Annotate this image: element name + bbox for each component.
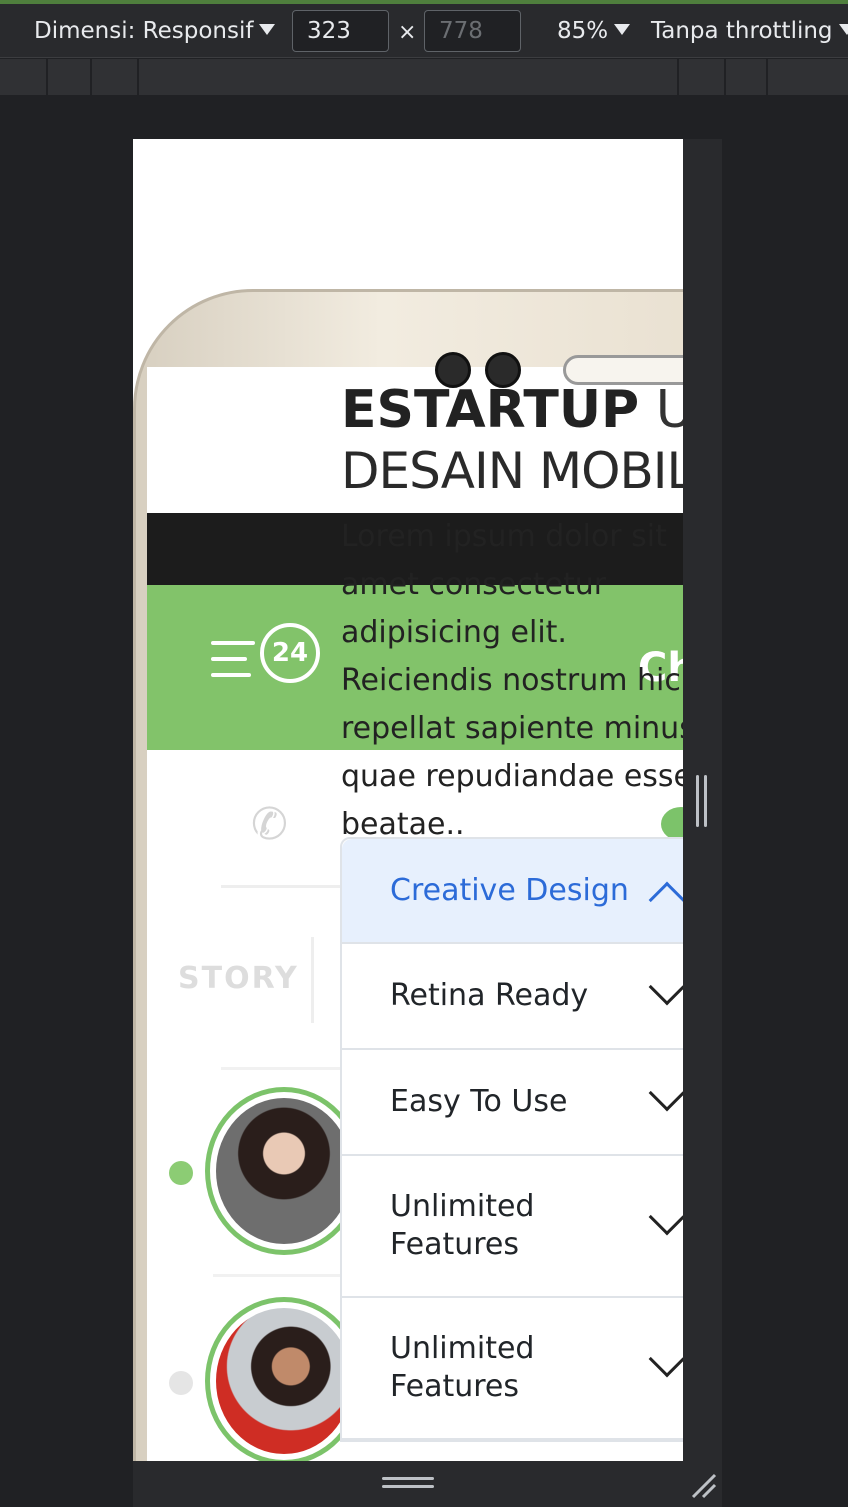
ruler-divider <box>137 59 139 95</box>
accordion-item-unlimited-features[interactable]: Unlimited Features <box>342 1298 683 1440</box>
zoom-label: 85% <box>557 18 609 44</box>
page-subtitle: DESAIN MOBIL <box>341 442 683 500</box>
accordion-label: Unlimited Features <box>390 1331 535 1404</box>
grip-line <box>382 1477 434 1480</box>
features-accordion: Creative Design Retina Ready Easy To Use… <box>340 837 683 1442</box>
grip-line <box>382 1485 434 1488</box>
caret-down-icon <box>259 24 276 35</box>
online-dot <box>169 1161 193 1185</box>
caret-down-icon <box>614 24 631 35</box>
accordion-label: Retina Ready <box>390 978 589 1013</box>
mockup-divider <box>311 937 314 1023</box>
width-input[interactable]: 323 <box>292 10 389 52</box>
accordion-label: Unlimited Features <box>390 1189 535 1262</box>
throttling-label: Tanpa throttling <box>651 18 833 44</box>
chevron-down-icon <box>648 968 683 1006</box>
offline-dot <box>169 1371 193 1395</box>
grip-line <box>696 775 699 827</box>
ruler-divider <box>677 59 679 95</box>
caret-down-icon <box>838 24 848 35</box>
dimensions-label: Dimensi: Responsif <box>34 18 254 44</box>
grip-line <box>704 775 707 827</box>
ruler-divider <box>766 59 768 95</box>
chevron-up-icon <box>648 881 683 919</box>
accordion-item-easy-to-use[interactable]: Easy To Use <box>342 1050 683 1156</box>
ruler-divider <box>46 59 48 95</box>
chevron-down-icon <box>648 1074 683 1112</box>
zoom-dropdown[interactable]: 85% <box>557 4 631 58</box>
dimension-separator: × <box>398 20 417 45</box>
ruler-divider <box>90 59 92 95</box>
accordion-label: Creative Design <box>390 872 629 908</box>
chevron-down-icon <box>648 1198 683 1236</box>
accordion-item-unlimited-features[interactable]: Unlimited Features <box>342 1156 683 1298</box>
viewport-right-resize-handle[interactable] <box>683 139 722 1461</box>
device-toolbar: Dimensi: Responsif 323 × 778 85% Tanpa t… <box>0 4 848 58</box>
accordion-item-creative-design[interactable]: Creative Design <box>342 839 683 944</box>
mockup-story-label: STORY <box>178 961 299 996</box>
title-bold: ESTARTUP <box>341 380 640 440</box>
hamburger-icon <box>211 641 255 689</box>
hero-section: ESTARTUP UI DESAIN MOBIL Lorem ipsum dol… <box>341 379 683 849</box>
dimensions-dropdown[interactable]: Dimensi: Responsif <box>34 4 276 58</box>
page-title: ESTARTUP UI <box>341 379 683 441</box>
accordion-item-retina-ready[interactable]: Retina Ready <box>342 944 683 1050</box>
resize-grip-icon[interactable] <box>689 1471 717 1499</box>
title-light: UI <box>655 380 683 440</box>
accordion-label: Easy To Use <box>390 1084 568 1119</box>
hero-description: Lorem ipsum dolor sit amet consectetur a… <box>341 519 683 842</box>
chevron-down-icon <box>648 1340 683 1378</box>
notification-badge: 24 <box>260 623 320 683</box>
height-input[interactable]: 778 <box>424 10 521 52</box>
phone-icon: ✆ <box>251 799 288 850</box>
viewport-bottom-resize-handle[interactable] <box>133 1461 722 1507</box>
throttling-dropdown[interactable]: Tanpa throttling <box>651 4 848 58</box>
media-query-ruler[interactable] <box>0 59 848 95</box>
ruler-divider <box>724 59 726 95</box>
page-viewport: SAMS 24 Ch ✆ STORY ESTARTUP UI DESAIN MO… <box>133 139 683 1461</box>
